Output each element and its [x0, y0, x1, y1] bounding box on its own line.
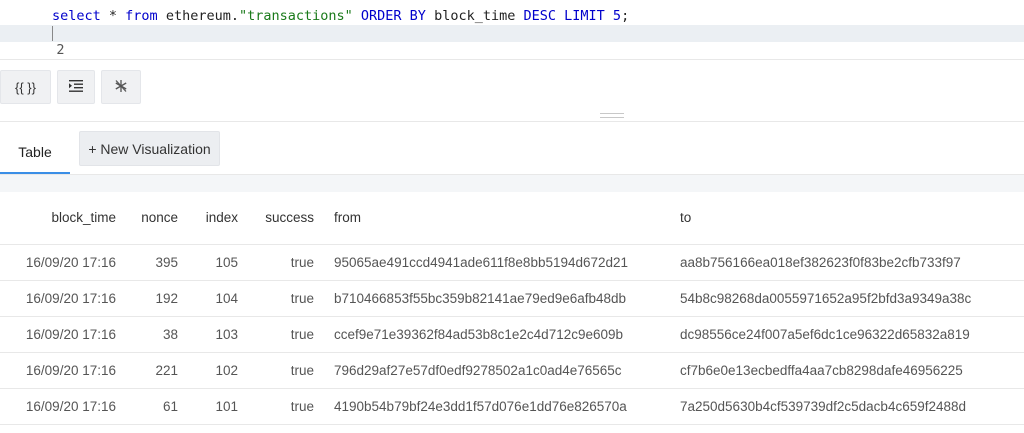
- column-header-block-time[interactable]: block_time: [0, 192, 124, 245]
- parameter-label: {{ }}: [15, 79, 36, 95]
- cell-from: 95065ae491ccd4941ade611f8e8bb5194d672d21: [322, 244, 668, 281]
- text-cursor: [52, 26, 53, 41]
- code-token: *: [100, 8, 126, 24]
- column-header-index[interactable]: index: [186, 192, 246, 245]
- code-token: 5: [612, 8, 622, 24]
- autocomplete-toggle-button[interactable]: [101, 70, 141, 104]
- column-header-success[interactable]: success: [246, 192, 322, 245]
- line-number: 2: [56, 42, 65, 58]
- cell-index: 102: [186, 352, 246, 389]
- cell-block-time: 16/09/20 17:16: [0, 244, 124, 281]
- tab-table-label: Table: [18, 144, 52, 160]
- cell-from: ccef9e71e39362f84ad53b8c1e2c4d712c9e609b: [322, 316, 668, 353]
- table-row: 16/09/20 17:16 61 101 true 4190b54b79bf24e3d…: [0, 388, 1024, 425]
- table-row: 16/09/20 17:16 192 104 true b710466853f55bc3…: [0, 280, 1024, 317]
- cell-nonce: 221: [124, 352, 186, 389]
- panel-divider: [0, 121, 1024, 122]
- cell-index: 104: [186, 280, 246, 317]
- cell-block-time: 16/09/20 17:16: [0, 316, 124, 353]
- cell-nonce: 395: [124, 244, 186, 281]
- tab-table[interactable]: Table: [0, 130, 70, 174]
- code-token: DESC: [523, 8, 556, 24]
- cell-to: cf7b6e0e13ecbedffa4aa7cb8298dafe46956225: [668, 352, 1024, 389]
- code-token: block_time: [425, 8, 524, 24]
- cell-nonce: 61: [124, 388, 186, 425]
- code-token: ORDER BY: [360, 8, 426, 24]
- code-token: from: [125, 8, 158, 24]
- cell-to: 54b8c98268da0055971652a95f2bfd3a9349a38c: [668, 280, 1024, 317]
- cell-from: b710466853f55bc359b82141ae79ed9e6afb48db: [322, 280, 668, 317]
- column-header-to[interactable]: to: [668, 192, 1024, 245]
- indent-icon: [69, 79, 83, 95]
- cell-success: true: [246, 352, 322, 389]
- code-line-2[interactable]: 2: [0, 25, 1024, 58]
- add-parameter-button[interactable]: {{ }}: [0, 70, 51, 104]
- cell-index: 101: [186, 388, 246, 425]
- cell-block-time: 16/09/20 17:16: [0, 388, 124, 425]
- table-row: 16/09/20 17:16 38 103 true ccef9e71e39362f84…: [0, 316, 1024, 353]
- cell-from: 796d29af27e57df0edf9278502a1c0ad4e76565c: [322, 352, 668, 389]
- code-token: ethereum.: [157, 8, 239, 24]
- code-line-text: select * from ethereum."transactions" OR…: [52, 8, 629, 25]
- sql-editor[interactable]: 1 select * from ethereum."transactions" …: [0, 0, 1024, 60]
- cell-block-time: 16/09/20 17:16: [0, 280, 124, 317]
- cell-to: aa8b756166ea018ef382623f0f83be2cfb733f97: [668, 244, 1024, 281]
- code-token: LIMIT: [564, 8, 605, 24]
- results-table: block_time nonce index success from to 1…: [0, 192, 1024, 425]
- code-line-1[interactable]: 1 select * from ethereum."transactions" …: [0, 8, 1024, 41]
- sparkle-off-icon: [114, 79, 128, 96]
- cell-success: true: [246, 316, 322, 353]
- table-row: 16/09/20 17:16 221 102 true 796d29af27e57df0…: [0, 352, 1024, 389]
- cell-to: dc98556ce24f007a5ef6dc1ce96322d65832a819: [668, 316, 1024, 353]
- code-token: select: [52, 8, 101, 24]
- cell-nonce: 192: [124, 280, 186, 317]
- cell-nonce: 38: [124, 316, 186, 353]
- cell-success: true: [246, 388, 322, 425]
- column-header-nonce[interactable]: nonce: [124, 192, 186, 245]
- cell-index: 103: [186, 316, 246, 353]
- new-visualization-label: + New Visualization: [88, 140, 211, 157]
- column-header-from[interactable]: from: [322, 192, 668, 245]
- cell-to: 7a250d5630b4cf539739df2c5dacb4c659f2488d: [668, 388, 1024, 425]
- resize-handle[interactable]: [600, 113, 624, 118]
- table-header-row: block_time nonce index success from to: [0, 192, 1024, 245]
- cell-success: true: [246, 244, 322, 281]
- results-table-container: block_time nonce index success from to 1…: [0, 192, 1024, 433]
- cell-block-time: 16/09/20 17:16: [0, 352, 124, 389]
- new-visualization-button[interactable]: + New Visualization: [79, 131, 220, 166]
- code-token: ;: [621, 8, 630, 24]
- table-row: 16/09/20 17:16 395 105 true 95065ae491ccd494…: [0, 244, 1024, 281]
- cell-success: true: [246, 280, 322, 317]
- format-query-button[interactable]: [57, 70, 95, 104]
- cell-from: 4190b54b79bf24e3dd1f57d076e1dd76e826570a: [322, 388, 668, 425]
- cell-index: 105: [186, 244, 246, 281]
- code-token: "transactions": [238, 8, 353, 24]
